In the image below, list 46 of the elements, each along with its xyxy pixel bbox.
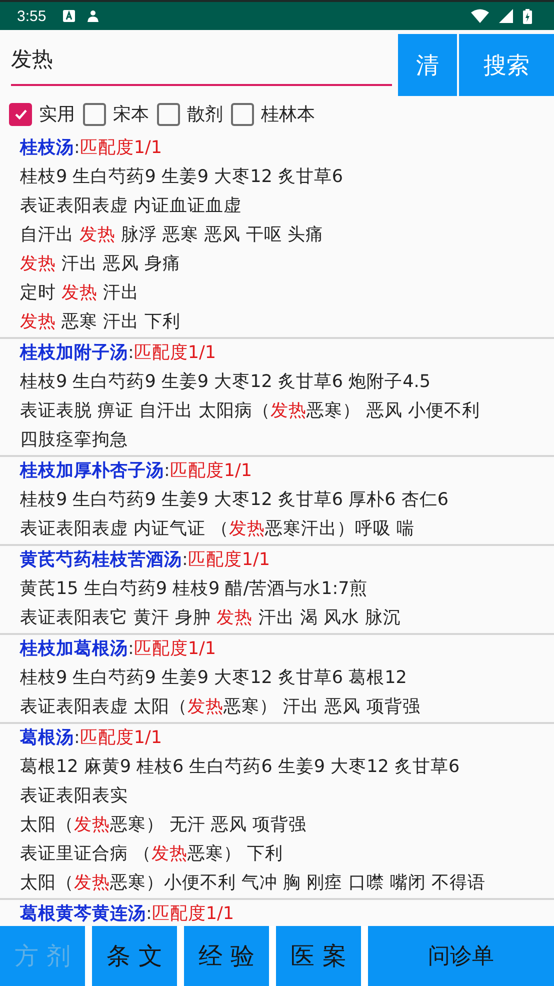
checkbox[interactable] — [9, 102, 32, 126]
formula-line: 太阳（发热恶寒） 无汗 恶风 项背强 — [20, 814, 308, 837]
formula-heading[interactable]: 葛根汤:匹配度1/1 — [20, 724, 554, 753]
wifi-icon — [471, 9, 489, 23]
formula-line: 太阳（发热恶寒）小便不利 气冲 胸 刚痓 口噤 嘴闭 不得语 — [20, 872, 486, 895]
filter-label: 散剂 — [187, 103, 223, 126]
bottom-tab[interactable]: 经验 — [184, 926, 269, 986]
formula-heading[interactable]: 桂枝加葛根汤:匹配度1/1 — [20, 635, 554, 664]
search-field[interactable]: 发热 — [11, 34, 392, 86]
formula-line: 黄芪15 生白芍药9 桂枝9 醋/苦酒与水1:7煎 — [20, 578, 368, 601]
bottom-tab[interactable]: 医案 — [276, 926, 361, 986]
filter-label: 桂林本 — [261, 103, 315, 126]
formula-line: 表证里证合病 （发热恶寒） 下利 — [20, 843, 284, 866]
filter-label: 宋本 — [113, 103, 149, 126]
formula-line: 表证表阳表实 — [20, 785, 129, 808]
formula-heading[interactable]: 桂枝加附子汤:匹配度1/1 — [20, 339, 554, 368]
bottom-tab[interactable]: 问诊单 — [368, 926, 554, 986]
formula-line: 表证表阳表虚 内证气证 （发热恶寒汗出）呼吸 喘 — [20, 518, 416, 541]
formula-line: 定时 发热 汗出 — [20, 282, 140, 305]
formula-line: 桂枝9 生白芍药9 生姜9 大枣12 炙甘草6 葛根12 — [20, 667, 408, 690]
formula-line: 桂枝9 生白芍药9 生姜9 大枣12 炙甘草6 厚朴6 杏仁6 — [20, 489, 450, 512]
formula-heading[interactable]: 桂枝汤:匹配度1/1 — [20, 134, 554, 163]
checkbox[interactable] — [157, 102, 180, 126]
checkbox[interactable] — [231, 102, 254, 126]
formula-line: 四肢痉挛拘急 — [20, 429, 129, 452]
filter-label: 实用 — [39, 103, 75, 126]
formula-line: 桂枝9 生白芍药9 生姜9 大枣12 炙甘草6 炮附子4.5 — [20, 371, 432, 394]
person-notification-icon — [86, 9, 100, 23]
formula-heading[interactable]: 黄芪芍药桂枝苦酒汤:匹配度1/1 — [20, 546, 554, 575]
formula-line: 发热 汗出 恶风 身痛 — [20, 253, 182, 276]
formula-heading[interactable]: 葛根黄芩黄连汤:匹配度1/1 — [20, 900, 554, 926]
formula-line: 表证表阳表虚 太阳（发热恶寒） 汗出 恶风 项背强 — [20, 696, 422, 719]
formula-line: 葛根12 麻黄9 桂枝6 生白芍药6 生姜9 大枣12 炙甘草6 — [20, 756, 461, 779]
formula-heading[interactable]: 桂枝加厚朴杏子汤:匹配度1/1 — [20, 457, 554, 486]
formula-line: 表证表阳表虚 内证血证血虚 — [20, 195, 243, 218]
formula-line: 桂枝9 生白芍药9 生姜9 大枣12 炙甘草6 — [20, 166, 344, 189]
keyboard-notification-icon — [62, 9, 76, 23]
signal-icon — [499, 9, 513, 23]
bottom-tab[interactable]: 条文 — [92, 926, 177, 986]
checkbox[interactable] — [83, 102, 106, 126]
status-time: 3:55 — [17, 8, 46, 24]
formula-line: 表证表脱 痹证 自汗出 太阳病（发热恶寒） 恶风 小便不利 — [20, 400, 481, 423]
formula-line: 表证表阳表它 黄汗 身肿 发热 汗出 渴 风水 脉沉 — [20, 607, 402, 630]
formula-line: 发热 恶寒 汗出 下利 — [20, 311, 182, 334]
formula-line: 自汗出 发热 脉浮 恶寒 恶风 干呕 头痛 — [20, 224, 324, 247]
battery-icon — [523, 8, 532, 24]
